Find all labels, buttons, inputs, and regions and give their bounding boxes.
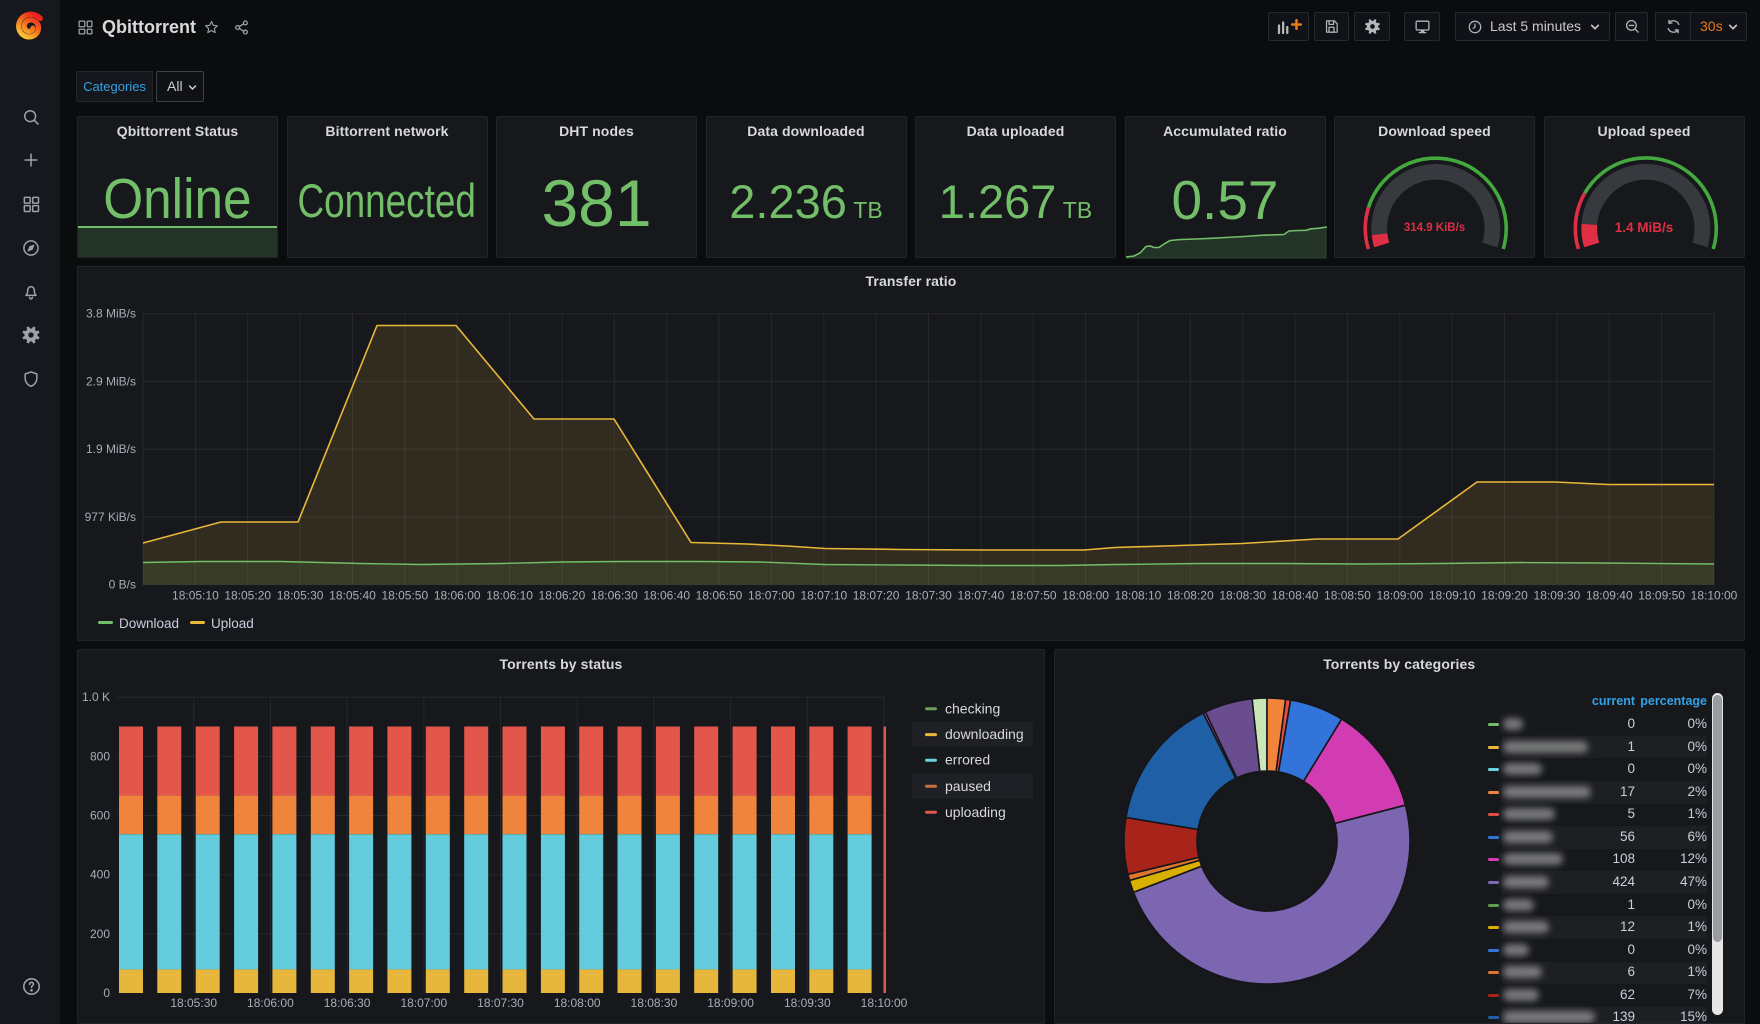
svg-text:18:07:50: 18:07:50 — [1010, 589, 1057, 603]
svg-text:18:08:00: 18:08:00 — [1062, 589, 1109, 603]
svg-text:600: 600 — [90, 809, 110, 823]
svg-text:18:05:10: 18:05:10 — [172, 589, 219, 603]
svg-text:18:08:20: 18:08:20 — [1167, 589, 1214, 603]
svg-text:0: 0 — [103, 986, 110, 1000]
svg-text:Download: Download — [119, 616, 179, 631]
svg-text:18:09:40: 18:09:40 — [1586, 589, 1633, 603]
svg-text:18:05:40: 18:05:40 — [329, 589, 376, 603]
svg-text:18:06:20: 18:06:20 — [539, 589, 586, 603]
svg-text:18:08:30: 18:08:30 — [631, 996, 678, 1010]
svg-text:18:08:10: 18:08:10 — [1115, 589, 1162, 603]
svg-text:18:10:00: 18:10:00 — [861, 996, 908, 1010]
svg-text:18:07:40: 18:07:40 — [958, 589, 1005, 603]
svg-text:18:07:00: 18:07:00 — [748, 589, 795, 603]
svg-text:2.9 MiB/s: 2.9 MiB/s — [86, 374, 136, 388]
svg-text:uploading: uploading — [945, 804, 1006, 820]
svg-text:18:09:30: 18:09:30 — [784, 996, 831, 1010]
svg-text:errored: errored — [945, 752, 990, 768]
svg-text:18:05:50: 18:05:50 — [381, 589, 428, 603]
svg-text:18:09:00: 18:09:00 — [1376, 589, 1423, 603]
svg-text:18:09:50: 18:09:50 — [1638, 589, 1685, 603]
svg-text:977 KiB/s: 977 KiB/s — [85, 510, 136, 524]
svg-text:800: 800 — [90, 749, 110, 763]
svg-text:400: 400 — [90, 868, 110, 882]
svg-text:18:05:30: 18:05:30 — [277, 589, 324, 603]
svg-text:18:10:00: 18:10:00 — [1691, 589, 1738, 603]
svg-text:18:07:30: 18:07:30 — [477, 996, 524, 1010]
svg-text:18:09:00: 18:09:00 — [707, 996, 754, 1010]
svg-text:1.9 MiB/s: 1.9 MiB/s — [86, 442, 136, 456]
svg-text:18:06:50: 18:06:50 — [696, 589, 743, 603]
svg-text:18:07:30: 18:07:30 — [905, 589, 952, 603]
svg-text:checking: checking — [945, 700, 1000, 716]
svg-text:18:07:00: 18:07:00 — [400, 996, 447, 1010]
svg-text:200: 200 — [90, 927, 110, 941]
svg-text:18:06:00: 18:06:00 — [247, 996, 294, 1010]
svg-text:Upload: Upload — [211, 616, 254, 631]
svg-text:3.8 MiB/s: 3.8 MiB/s — [86, 307, 136, 321]
svg-text:18:09:10: 18:09:10 — [1429, 589, 1476, 603]
svg-text:18:08:50: 18:08:50 — [1324, 589, 1371, 603]
svg-text:18:05:30: 18:05:30 — [170, 996, 217, 1010]
svg-text:0 B/s: 0 B/s — [109, 578, 136, 592]
svg-text:18:08:40: 18:08:40 — [1272, 589, 1319, 603]
svg-text:18:06:00: 18:06:00 — [434, 589, 481, 603]
svg-text:18:08:30: 18:08:30 — [1219, 589, 1266, 603]
svg-text:18:06:40: 18:06:40 — [643, 589, 690, 603]
svg-text:18:06:30: 18:06:30 — [324, 996, 371, 1010]
svg-text:downloading: downloading — [945, 726, 1024, 742]
svg-text:18:09:20: 18:09:20 — [1481, 589, 1528, 603]
svg-text:18:09:30: 18:09:30 — [1534, 589, 1581, 603]
svg-text:paused: paused — [945, 778, 991, 794]
svg-text:1.0 K: 1.0 K — [82, 690, 110, 704]
svg-text:18:07:10: 18:07:10 — [800, 589, 847, 603]
svg-text:18:06:10: 18:06:10 — [486, 589, 533, 603]
svg-text:18:08:00: 18:08:00 — [554, 996, 601, 1010]
svg-text:18:07:20: 18:07:20 — [853, 589, 900, 603]
svg-text:18:05:20: 18:05:20 — [224, 589, 271, 603]
svg-text:18:06:30: 18:06:30 — [591, 589, 638, 603]
